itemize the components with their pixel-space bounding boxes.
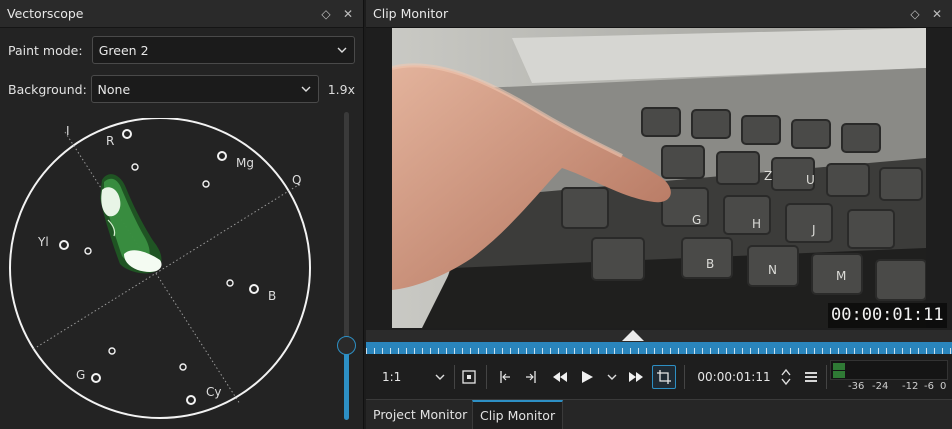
meter-label: -36 xyxy=(848,381,865,392)
timecode-spinner[interactable] xyxy=(778,356,794,398)
hamburger-menu-icon xyxy=(805,372,817,382)
paint-mode-label: Paint mode: xyxy=(8,42,83,58)
play-button[interactable] xyxy=(576,356,598,398)
scope-label-r: R xyxy=(106,134,114,148)
in-point-icon xyxy=(500,371,510,383)
crop-icon xyxy=(657,370,671,384)
zoom-select-value: 1:1 xyxy=(382,370,402,384)
scope-label-i: I xyxy=(66,124,70,138)
panel-title: Clip Monitor xyxy=(373,6,449,21)
scope-label-g: G xyxy=(76,368,85,382)
tab-clip-monitor[interactable]: Clip Monitor xyxy=(472,400,564,429)
zoom-value: 1.9x xyxy=(327,81,355,97)
timeline-ruler[interactable] xyxy=(366,342,952,354)
zoom-select[interactable]: 1:1 xyxy=(382,356,446,398)
meter-label: -24 xyxy=(872,381,889,392)
svg-text:M: M xyxy=(836,269,846,283)
monitor-tabs: Project Monitor Clip Monitor xyxy=(366,399,952,429)
meter-label: -6 xyxy=(924,381,934,392)
scope-label-q: Q xyxy=(292,173,301,187)
chevron-down-icon xyxy=(337,47,347,53)
close-icon[interactable]: ✕ xyxy=(337,3,359,25)
chevron-down-icon xyxy=(435,374,445,380)
scope-label-yl: Yl xyxy=(37,235,49,249)
svg-text:J: J xyxy=(811,223,816,237)
set-in-point-button[interactable] xyxy=(494,356,516,398)
play-options-button[interactable] xyxy=(602,356,622,398)
float-icon[interactable]: ◇ xyxy=(315,3,337,25)
panel-title: Vectorscope xyxy=(7,6,84,21)
spin-arrows-icon xyxy=(781,368,791,386)
set-out-point-button[interactable] xyxy=(520,356,542,398)
background-row: Background: None 1.9x xyxy=(8,75,355,103)
clip-monitor-titlebar: Clip Monitor ◇ ✕ xyxy=(366,0,952,28)
paint-mode-row: Paint mode: Green 2 xyxy=(8,36,355,64)
zoom-slider-handle[interactable] xyxy=(337,336,356,355)
background-value: None xyxy=(97,81,131,97)
svg-text:H: H xyxy=(752,217,761,231)
meter-label: 0 xyxy=(940,381,947,392)
svg-text:G: G xyxy=(692,213,701,227)
playhead-marker[interactable] xyxy=(622,330,644,341)
monitor-menu-button[interactable] xyxy=(800,356,822,398)
svg-text:Z: Z xyxy=(764,169,772,183)
background-label: Background: xyxy=(8,81,87,97)
frame-icon xyxy=(462,370,476,384)
video-frame: Z U G H J B N M xyxy=(392,28,926,328)
crop-button[interactable] xyxy=(650,356,678,398)
scope-label-mg: Mg xyxy=(236,156,254,170)
float-icon[interactable]: ◇ xyxy=(904,3,926,25)
svg-text:N: N xyxy=(768,263,777,277)
audio-meter-bars xyxy=(830,360,948,380)
vectorscope-graph: I R Mg Q Yl B G Cy xyxy=(9,118,311,419)
tab-project-monitor[interactable]: Project Monitor xyxy=(366,400,474,429)
timeline-ruler-bg xyxy=(366,330,952,342)
chevron-down-icon xyxy=(301,86,311,92)
color-trace xyxy=(100,174,162,274)
chevron-down-icon xyxy=(607,374,617,380)
scope-label-b: B xyxy=(268,289,276,303)
meter-label: -12 xyxy=(902,381,919,392)
zoom-slider-fill xyxy=(344,346,349,420)
close-icon[interactable]: ✕ xyxy=(926,3,948,25)
svg-text:U: U xyxy=(806,173,815,187)
paint-mode-value: Green 2 xyxy=(98,42,149,58)
rewind-icon xyxy=(553,372,567,382)
monitor-overlay-button[interactable] xyxy=(458,356,480,398)
out-point-icon xyxy=(526,371,536,383)
play-icon xyxy=(582,371,593,383)
timecode-field[interactable]: 00:00:01:11 xyxy=(692,356,776,398)
fast-forward-icon xyxy=(629,372,643,382)
background-select[interactable]: None xyxy=(90,75,319,103)
fast-forward-button[interactable] xyxy=(624,356,648,398)
audio-meter: -36 -24 -12 -6 0 xyxy=(830,360,948,394)
vectorscope-panel: Vectorscope ◇ ✕ Paint mode: Green 2 Back… xyxy=(0,0,364,429)
paint-mode-select[interactable]: Green 2 xyxy=(91,36,355,64)
rewind-button[interactable] xyxy=(548,356,572,398)
svg-text:B: B xyxy=(706,257,714,271)
timecode-overlay: 00:00:01:11 xyxy=(828,303,947,328)
vectorscope-titlebar: Vectorscope ◇ ✕ xyxy=(0,0,363,28)
scope-label-cy: Cy xyxy=(206,385,221,399)
